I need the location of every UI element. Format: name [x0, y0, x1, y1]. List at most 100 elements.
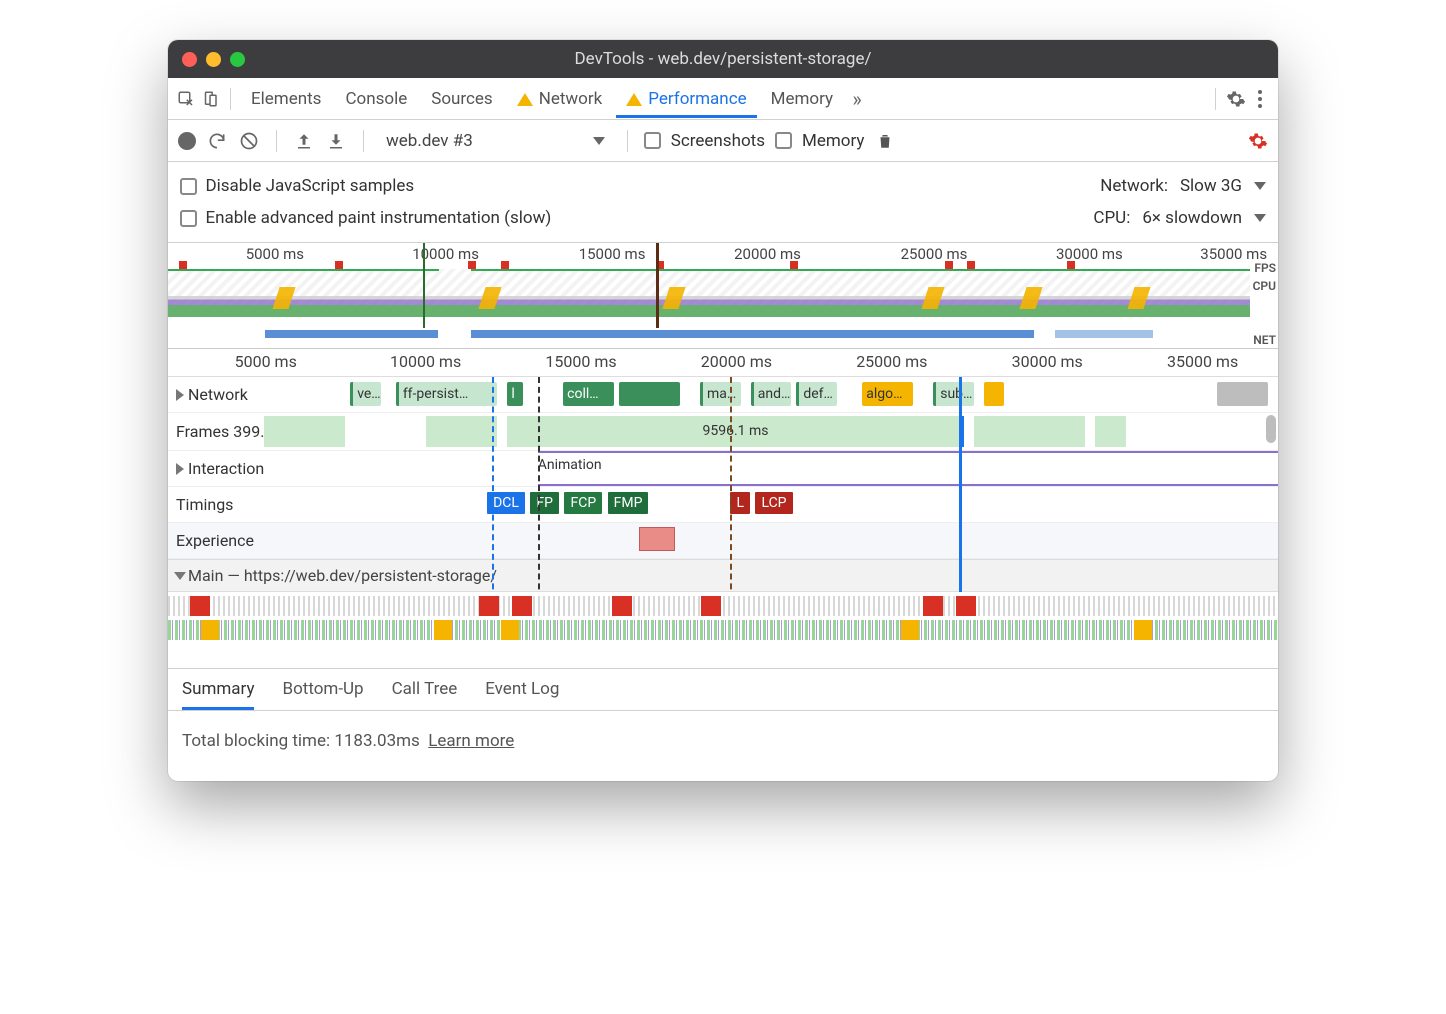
overview-pane[interactable]: 5000 ms 10000 ms 15000 ms 20000 ms 25000… — [168, 243, 1278, 349]
track-interactions[interactable]: Interactions Animation — [168, 451, 1278, 487]
frame-bar[interactable] — [974, 416, 1086, 447]
track-experience[interactable]: Experience — [168, 523, 1278, 559]
long-task-marker — [790, 261, 798, 269]
frame-bar[interactable] — [1095, 416, 1125, 447]
tab-elements[interactable]: Elements — [241, 79, 331, 118]
reload-button[interactable] — [206, 130, 228, 152]
capture-settings: Disable JavaScript samples Network: Slow… — [168, 162, 1278, 243]
tbt-value: 1183.03ms — [334, 731, 420, 751]
network-request[interactable] — [619, 382, 680, 406]
overview-range-start[interactable] — [423, 243, 425, 328]
tab-memory[interactable]: Memory — [761, 79, 843, 118]
long-task-marker — [468, 261, 476, 269]
warning-icon — [626, 93, 642, 106]
network-request[interactable]: ve… — [350, 382, 380, 406]
warning-icon — [517, 93, 533, 106]
memory-checkbox[interactable] — [775, 132, 792, 149]
cpu-label: CPU — [1253, 277, 1276, 295]
panel-tabs: Elements Console Sources Network Perform… — [168, 78, 1278, 120]
tab-sources[interactable]: Sources — [421, 79, 502, 118]
timing-fp[interactable]: FP — [530, 492, 559, 514]
disclosure-icon[interactable] — [174, 572, 186, 580]
tick: 5000 ms — [235, 352, 297, 371]
titlebar: DevTools - web.dev/persistent-storage/ — [168, 40, 1278, 78]
disable-js-checkbox[interactable] — [180, 178, 197, 195]
network-request[interactable]: and… — [751, 382, 792, 406]
animation-range — [538, 451, 1278, 486]
track-frames[interactable]: Frames 399.8 ms 9596.1 ms — [168, 413, 1278, 451]
chevron-down-icon[interactable] — [1254, 182, 1266, 190]
overview-cursor[interactable] — [656, 243, 659, 328]
track-timings[interactable]: Timings DCL FP FCP FMP L LCP — [168, 487, 1278, 523]
frame-bar[interactable] — [264, 416, 345, 447]
more-options-icon[interactable] — [1250, 82, 1270, 116]
tab-summary[interactable]: Summary — [182, 679, 254, 710]
scrollbar-thumb[interactable] — [1266, 415, 1276, 443]
record-button[interactable] — [178, 132, 196, 150]
frame-left-time: 399.8 ms — [233, 422, 264, 441]
learn-more-link[interactable]: Learn more — [428, 731, 514, 751]
long-task-marker — [945, 261, 953, 269]
network-request[interactable]: coll… — [563, 382, 614, 406]
tab-label: Network — [539, 89, 603, 109]
load-profile-button[interactable] — [293, 130, 315, 152]
network-request[interactable] — [984, 382, 1004, 406]
clear-button[interactable] — [238, 130, 260, 152]
network-request[interactable]: ff-persist… — [396, 382, 497, 406]
recording-select[interactable]: web.dev #3 — [380, 129, 611, 153]
summary-panel: Total blocking time: 1183.03ms Learn mor… — [168, 710, 1278, 781]
tick: 10000 ms — [390, 352, 461, 371]
inspect-element-icon[interactable] — [176, 89, 196, 109]
enable-paint-checkbox[interactable] — [180, 210, 197, 227]
disable-js-label: Disable JavaScript samples — [205, 176, 414, 196]
frame-bar[interactable] — [426, 416, 497, 447]
network-request[interactable]: ma… — [700, 382, 741, 406]
timeline-ruler[interactable]: 5000 ms 10000 ms 15000 ms 20000 ms 25000… — [168, 349, 1278, 377]
tab-console[interactable]: Console — [335, 79, 417, 118]
device-toolbar-icon[interactable] — [200, 89, 220, 109]
track-label: Experience — [176, 531, 254, 550]
tab-network[interactable]: Network — [507, 79, 613, 118]
more-tabs-icon[interactable]: » — [847, 89, 867, 109]
network-request[interactable]: algo… — [862, 382, 913, 406]
timing-fcp[interactable]: FCP — [564, 492, 602, 514]
flame-chart[interactable] — [168, 592, 1278, 668]
overview-right-labels: FPS CPU NET — [1253, 259, 1276, 349]
save-profile-button[interactable] — [325, 130, 347, 152]
memory-label: Memory — [802, 131, 864, 151]
screenshots-checkbox[interactable] — [644, 132, 661, 149]
track-label: Frames — [176, 422, 229, 441]
capture-settings-icon[interactable] — [1248, 131, 1268, 151]
long-task-marker — [335, 261, 343, 269]
frame-bar[interactable]: 9596.1 ms — [507, 416, 963, 447]
disclosure-icon[interactable] — [176, 389, 184, 401]
timing-fmp[interactable]: FMP — [608, 492, 649, 514]
network-request[interactable]: l — [507, 382, 522, 406]
tab-label: Performance — [648, 89, 746, 109]
network-request[interactable]: sub… — [933, 382, 974, 406]
net-graph — [168, 322, 1250, 342]
details-tabs: Summary Bottom-Up Call Tree Event Log — [168, 668, 1278, 710]
disclosure-icon[interactable] — [176, 463, 184, 475]
timing-lcp[interactable]: LCP — [755, 492, 792, 514]
layout-shift[interactable] — [639, 527, 675, 551]
network-request[interactable] — [1217, 382, 1268, 406]
track-network[interactable]: Network ve… ff-persist… l coll… ma… and…… — [168, 377, 1278, 413]
tbt-label: Total blocking time: — [182, 731, 334, 751]
network-request[interactable]: def… — [796, 382, 837, 406]
lcp-badges: L LCP — [730, 492, 794, 514]
tab-bottom-up[interactable]: Bottom-Up — [282, 679, 363, 710]
settings-icon[interactable] — [1226, 89, 1246, 109]
timing-l[interactable]: L — [730, 492, 750, 514]
delete-button[interactable] — [874, 130, 896, 152]
tick: 35000 ms — [1167, 352, 1238, 371]
separator — [627, 130, 628, 152]
main-thread-header[interactable]: Main — https://web.dev/persistent-storag… — [168, 559, 1278, 592]
cpu-label: CPU: — [1093, 208, 1130, 228]
tab-event-log[interactable]: Event Log — [485, 679, 559, 710]
tab-call-tree[interactable]: Call Tree — [392, 679, 458, 710]
chevron-down-icon[interactable] — [1254, 214, 1266, 222]
network-value: Slow 3G — [1180, 176, 1242, 196]
tab-performance[interactable]: Performance — [616, 79, 756, 118]
timeline-tracks: Network ve… ff-persist… l coll… ma… and…… — [168, 377, 1278, 668]
